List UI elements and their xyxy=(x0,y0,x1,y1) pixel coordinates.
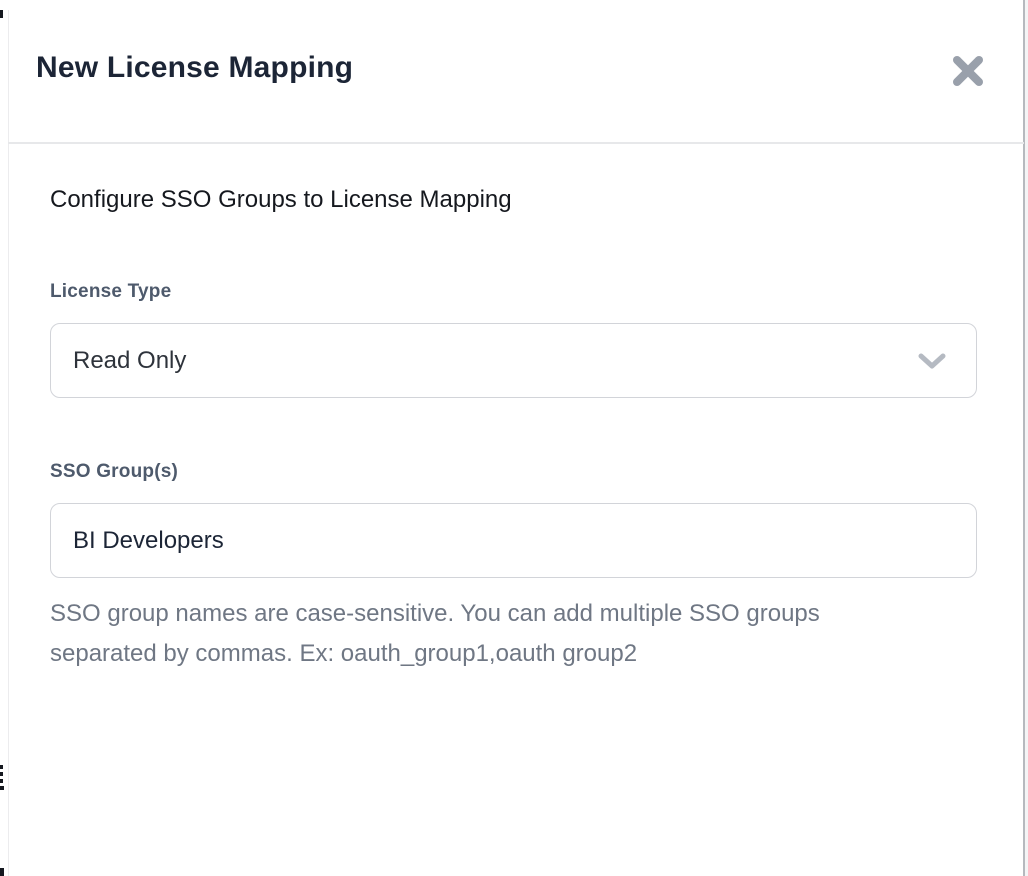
license-type-label: License Type xyxy=(50,281,171,303)
dialog-description: Configure SSO Groups to License Mapping xyxy=(50,186,512,214)
help-text-line2: separated by commas. Ex: oauth_group1,oa… xyxy=(50,640,637,667)
new-license-mapping-dialog xyxy=(8,10,1023,876)
close-button[interactable] xyxy=(948,52,988,90)
scrollbar[interactable] xyxy=(1023,0,1025,876)
page-behind-fragment xyxy=(0,868,4,876)
header-divider xyxy=(8,142,1024,144)
x-icon xyxy=(951,56,985,86)
chevron-down-icon xyxy=(918,352,946,370)
help-text-line1: SSO group names are case-sensitive. You … xyxy=(50,600,820,627)
sso-groups-input[interactable] xyxy=(50,503,977,578)
page-behind-fragment xyxy=(0,10,3,18)
license-type-selected-value: Read Only xyxy=(73,347,186,375)
page-behind-fragment xyxy=(0,772,3,776)
license-type-select[interactable]: Read Only xyxy=(50,323,977,398)
page-behind-fragment xyxy=(0,765,3,769)
modal-left-edge xyxy=(8,10,9,876)
sso-groups-label: SSO Group(s) xyxy=(50,461,178,483)
screen: New License Mapping Configure SSO Groups… xyxy=(0,0,1028,876)
dialog-title: New License Mapping xyxy=(36,51,353,85)
page-behind-fragment xyxy=(0,786,4,790)
page-behind-fragment xyxy=(0,779,3,783)
sso-groups-help-text: SSO group names are case-sensitive. You … xyxy=(50,594,910,674)
